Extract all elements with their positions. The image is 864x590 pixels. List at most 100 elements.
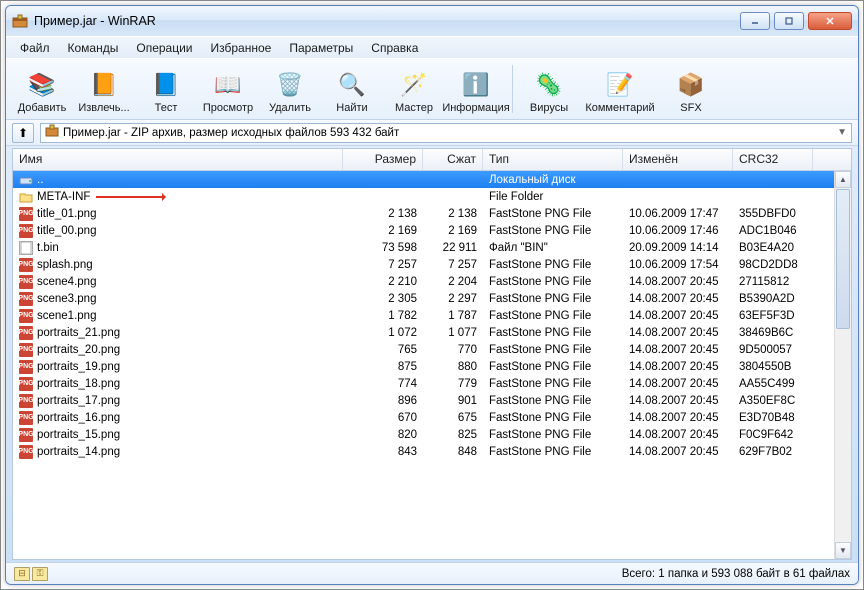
menu-favorites[interactable]: Избранное [203, 39, 280, 57]
table-row[interactable]: PNGtitle_00.png 2 169 2 169 FastStone PN… [13, 222, 834, 239]
folder-name: META-INF [37, 191, 90, 203]
file-name: portraits_18.png [37, 378, 120, 390]
scroll-track[interactable] [835, 330, 851, 542]
col-name[interactable]: Имя [13, 149, 343, 170]
png-file-icon: PNG [19, 309, 33, 323]
table-row[interactable]: PNGportraits_17.png 896 901 FastStone PN… [13, 392, 834, 409]
pathbar: ⬆ Пример.jar - ZIP архив, размер исходны… [6, 120, 858, 146]
table-row[interactable]: PNGportraits_21.png 1 072 1 077 FastSton… [13, 324, 834, 341]
view-icon: 📖 [212, 69, 244, 101]
vertical-scrollbar[interactable]: ▲ ▼ [834, 171, 851, 559]
statusbar: ⊟ ⚿ Всего: 1 папка и 593 088 байт в 61 ф… [6, 562, 858, 584]
minimize-button[interactable] [740, 12, 770, 30]
col-crc[interactable]: CRC32 [733, 149, 813, 170]
file-name: t.bin [37, 242, 59, 254]
png-file-icon: PNG [19, 275, 33, 289]
books-extract-icon: 📙 [88, 69, 120, 101]
table-row[interactable]: PNGportraits_15.png 820 825 FastStone PN… [13, 426, 834, 443]
scroll-down-button[interactable]: ▼ [835, 542, 851, 559]
table-row[interactable]: PNGscene1.png 1 782 1 787 FastStone PNG … [13, 307, 834, 324]
col-modified[interactable]: Изменён [623, 149, 733, 170]
png-file-icon: PNG [19, 411, 33, 425]
toolbar-virus[interactable]: 🦠Вирусы [519, 61, 579, 117]
toolbar-sfx[interactable]: 📦SFX [661, 61, 721, 117]
col-type[interactable]: Тип [483, 149, 623, 170]
toolbar-view[interactable]: 📖Просмотр [198, 61, 258, 117]
toolbar-add[interactable]: 📚Добавить [12, 61, 72, 117]
test-icon: 📘 [150, 69, 182, 101]
png-file-icon: PNG [19, 326, 33, 340]
menubar: Файл Команды Операции Избранное Параметр… [6, 36, 858, 58]
folder-icon [19, 190, 33, 204]
toolbar-delete[interactable]: 🗑️Удалить [260, 61, 320, 117]
file-name: portraits_21.png [37, 327, 120, 339]
table-row[interactable]: t.bin 73 598 22 911 Файл "BIN" 20.09.200… [13, 239, 834, 256]
file-name: splash.png [37, 259, 93, 271]
screenshot-frame: Пример.jar - WinRAR Файл Команды Операци… [0, 0, 864, 590]
file-name: title_01.png [37, 208, 96, 220]
table-row[interactable]: PNGportraits_19.png 875 880 FastStone PN… [13, 358, 834, 375]
table-row[interactable]: PNGscene3.png 2 305 2 297 FastStone PNG … [13, 290, 834, 307]
col-packed[interactable]: Сжат [423, 149, 483, 170]
col-size[interactable]: Размер [343, 149, 423, 170]
file-name: portraits_16.png [37, 412, 120, 424]
close-button[interactable] [808, 12, 852, 30]
png-file-icon: PNG [19, 360, 33, 374]
scroll-thumb[interactable] [836, 189, 850, 329]
table-row[interactable]: PNGportraits_18.png 774 779 FastStone PN… [13, 375, 834, 392]
table-row[interactable]: PNGtitle_01.png 2 138 2 138 FastStone PN… [13, 205, 834, 222]
table-row[interactable]: PNGportraits_16.png 670 675 FastStone PN… [13, 409, 834, 426]
menu-operations[interactable]: Операции [128, 39, 200, 57]
dropdown-icon[interactable]: ▼ [837, 127, 847, 138]
path-field[interactable]: Пример.jar - ZIP архив, размер исходных … [40, 123, 852, 143]
maximize-button[interactable] [774, 12, 804, 30]
column-headers: Имя Размер Сжат Тип Изменён CRC32 [13, 149, 851, 171]
table-row[interactable]: PNGscene4.png 2 210 2 204 FastStone PNG … [13, 273, 834, 290]
file-name: portraits_19.png [37, 361, 120, 373]
table-row[interactable]: PNGsplash.png 7 257 7 257 FastStone PNG … [13, 256, 834, 273]
table-row[interactable]: PNGportraits_20.png 765 770 FastStone PN… [13, 341, 834, 358]
file-name: portraits_15.png [37, 429, 120, 441]
bin-file-icon [19, 241, 33, 255]
toolbar: 📚Добавить 📙Извлечь... 📘Тест 📖Просмотр 🗑️… [6, 58, 858, 120]
virus-icon: 🦠 [533, 69, 565, 101]
drive-icon [19, 173, 33, 187]
file-name: portraits_17.png [37, 395, 120, 407]
up-button[interactable]: ⬆ [12, 123, 34, 143]
path-text: Пример.jar - ZIP архив, размер исходных … [63, 127, 399, 139]
png-file-icon: PNG [19, 258, 33, 272]
png-file-icon: PNG [19, 343, 33, 357]
toolbar-test[interactable]: 📘Тест [136, 61, 196, 117]
toolbar-info[interactable]: ℹ️Информация [446, 61, 506, 117]
toolbar-find[interactable]: 🔍Найти [322, 61, 382, 117]
file-list: Имя Размер Сжат Тип Изменён CRC32 .. Лок… [12, 148, 852, 560]
png-file-icon: PNG [19, 292, 33, 306]
toolbar-wizard[interactable]: 🪄Мастер [384, 61, 444, 117]
books-add-icon: 📚 [26, 69, 58, 101]
table-row[interactable]: PNGportraits_14.png 843 848 FastStone PN… [13, 443, 834, 460]
toolbar-extract[interactable]: 📙Извлечь... [74, 61, 134, 117]
menu-file[interactable]: Файл [12, 39, 58, 57]
find-icon: 🔍 [336, 69, 368, 101]
png-file-icon: PNG [19, 394, 33, 408]
file-name: portraits_20.png [37, 344, 120, 356]
table-row[interactable]: .. Локальный диск [13, 171, 834, 188]
file-name: title_00.png [37, 225, 96, 237]
archive-icon [45, 124, 59, 141]
png-file-icon: PNG [19, 224, 33, 238]
app-window: Пример.jar - WinRAR Файл Команды Операци… [5, 5, 859, 585]
delete-icon: 🗑️ [274, 69, 306, 101]
png-file-icon: PNG [19, 428, 33, 442]
menu-commands[interactable]: Команды [60, 39, 127, 57]
toolbar-comment[interactable]: 📝Комментарий [581, 61, 659, 117]
menu-help[interactable]: Справка [363, 39, 426, 57]
file-rows[interactable]: .. Локальный диск META-INF File Folder P… [13, 171, 834, 559]
file-name: scene1.png [37, 310, 96, 322]
menu-options[interactable]: Параметры [281, 39, 361, 57]
table-row[interactable]: META-INF File Folder [13, 188, 834, 205]
status-disk-icon: ⊟ [14, 567, 30, 581]
titlebar[interactable]: Пример.jar - WinRAR [6, 6, 858, 36]
scroll-up-button[interactable]: ▲ [835, 171, 851, 188]
file-name: scene4.png [37, 276, 96, 288]
window-title: Пример.jar - WinRAR [34, 14, 740, 28]
